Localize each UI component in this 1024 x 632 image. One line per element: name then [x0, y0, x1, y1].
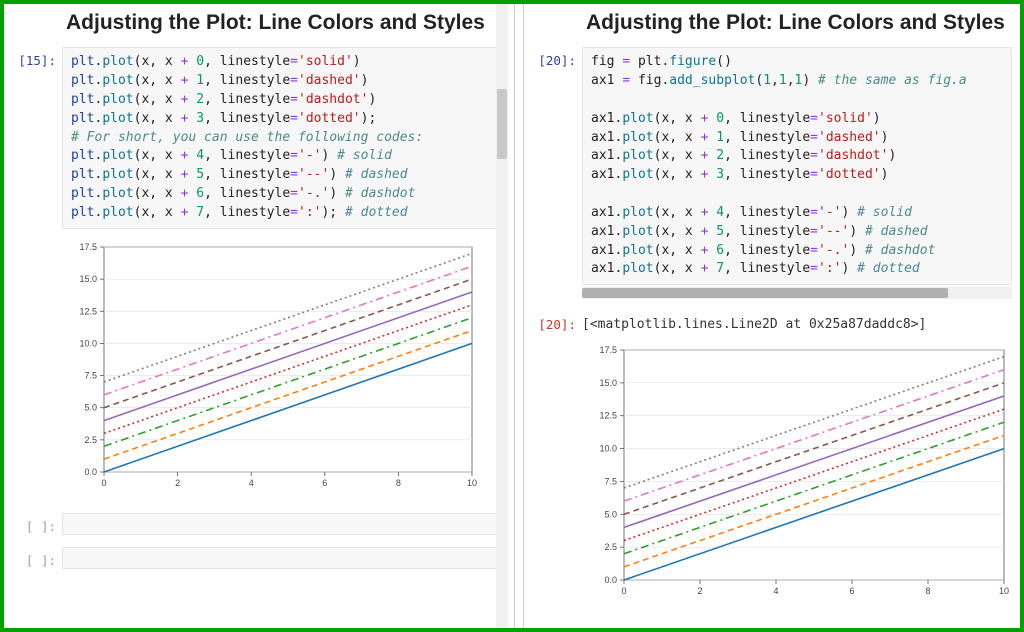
- svg-text:2.5: 2.5: [84, 435, 97, 445]
- code-editor[interactable]: plt.plot(x, x + 0, linestyle='solid') pl…: [62, 47, 502, 229]
- svg-text:15.0: 15.0: [79, 274, 97, 284]
- line-plot: 0.0 2.5 5.0 7.5 10.0 12.5 15.0 17.5 0 2 4 6 8 10: [582, 342, 1012, 602]
- horizontal-scrollbar[interactable]: [582, 287, 1012, 299]
- svg-text:10.0: 10.0: [599, 444, 617, 454]
- input-prompt: [15]:: [8, 47, 62, 68]
- svg-text:12.5: 12.5: [79, 306, 97, 316]
- svg-text:17.5: 17.5: [79, 242, 97, 252]
- vertical-scrollbar[interactable]: [496, 4, 508, 628]
- svg-text:2.5: 2.5: [604, 542, 617, 552]
- svg-text:10.0: 10.0: [79, 338, 97, 348]
- svg-text:8: 8: [925, 586, 930, 596]
- svg-text:12.5: 12.5: [599, 411, 617, 421]
- svg-text:0: 0: [621, 586, 626, 596]
- svg-text:7.5: 7.5: [84, 370, 97, 380]
- output-cell: [20]: [<matplotlib.lines.Line2D at 0x25a…: [524, 309, 1020, 342]
- input-prompt-empty: [ ]:: [8, 513, 62, 534]
- output-text: [<matplotlib.lines.Line2D at 0x25a87dadd…: [582, 311, 1012, 332]
- svg-text:4: 4: [249, 478, 254, 488]
- plot-output: 0.0 2.5 5.0 7.5 10.0 12.5 15.0 17.5 0 2 4 6 8 10: [62, 239, 500, 499]
- section-heading: Adjusting the Plot: Line Colors and Styl…: [4, 4, 510, 45]
- output-prompt: [20]:: [528, 311, 582, 332]
- svg-text:5.0: 5.0: [84, 402, 97, 412]
- svg-text:7.5: 7.5: [604, 477, 617, 487]
- svg-text:2: 2: [175, 478, 180, 488]
- section-heading: Adjusting the Plot: Line Colors and Styl…: [524, 4, 1020, 45]
- code-editor[interactable]: fig = plt.figure() ax1 = fig.add_subplot…: [582, 47, 1012, 285]
- line-plot: 0.0 2.5 5.0 7.5 10.0 12.5 15.0 17.5 0 2 4 6 8 10: [62, 239, 480, 494]
- right-notebook-pane[interactable]: Adjusting the Plot: Line Colors and Styl…: [524, 4, 1020, 628]
- plot-output: 0.0 2.5 5.0 7.5 10.0 12.5 15.0 17.5 0 2 4 6 8 10: [582, 342, 1010, 607]
- scrollbar-thumb[interactable]: [497, 89, 507, 159]
- code-cell[interactable]: [15]: plt.plot(x, x + 0, linestyle='soli…: [4, 45, 510, 239]
- code-editor[interactable]: [62, 547, 502, 569]
- code-cell[interactable]: [20]: fig = plt.figure() ax1 = fig.add_s…: [524, 45, 1020, 309]
- svg-text:0.0: 0.0: [84, 467, 97, 477]
- svg-text:15.0: 15.0: [599, 378, 617, 388]
- svg-text:5.0: 5.0: [604, 510, 617, 520]
- app-frame: Adjusting the Plot: Line Colors and Styl…: [0, 0, 1024, 632]
- left-notebook-pane[interactable]: Adjusting the Plot: Line Colors and Styl…: [4, 4, 510, 628]
- svg-text:8: 8: [396, 478, 401, 488]
- svg-text:6: 6: [322, 478, 327, 488]
- svg-text:10: 10: [999, 586, 1009, 596]
- empty-cell[interactable]: [ ]:: [4, 511, 510, 545]
- empty-cell[interactable]: [ ]:: [4, 545, 510, 579]
- svg-text:10: 10: [467, 478, 477, 488]
- svg-text:4: 4: [773, 586, 778, 596]
- svg-text:0: 0: [101, 478, 106, 488]
- input-prompt-empty: [ ]:: [8, 547, 62, 568]
- svg-text:0.0: 0.0: [604, 575, 617, 585]
- scrollbar-thumb[interactable]: [582, 288, 948, 298]
- svg-text:17.5: 17.5: [599, 345, 617, 355]
- svg-text:2: 2: [697, 586, 702, 596]
- code-editor[interactable]: [62, 513, 502, 535]
- pane-divider[interactable]: [514, 4, 524, 628]
- input-prompt: [20]:: [528, 47, 582, 68]
- svg-text:6: 6: [849, 586, 854, 596]
